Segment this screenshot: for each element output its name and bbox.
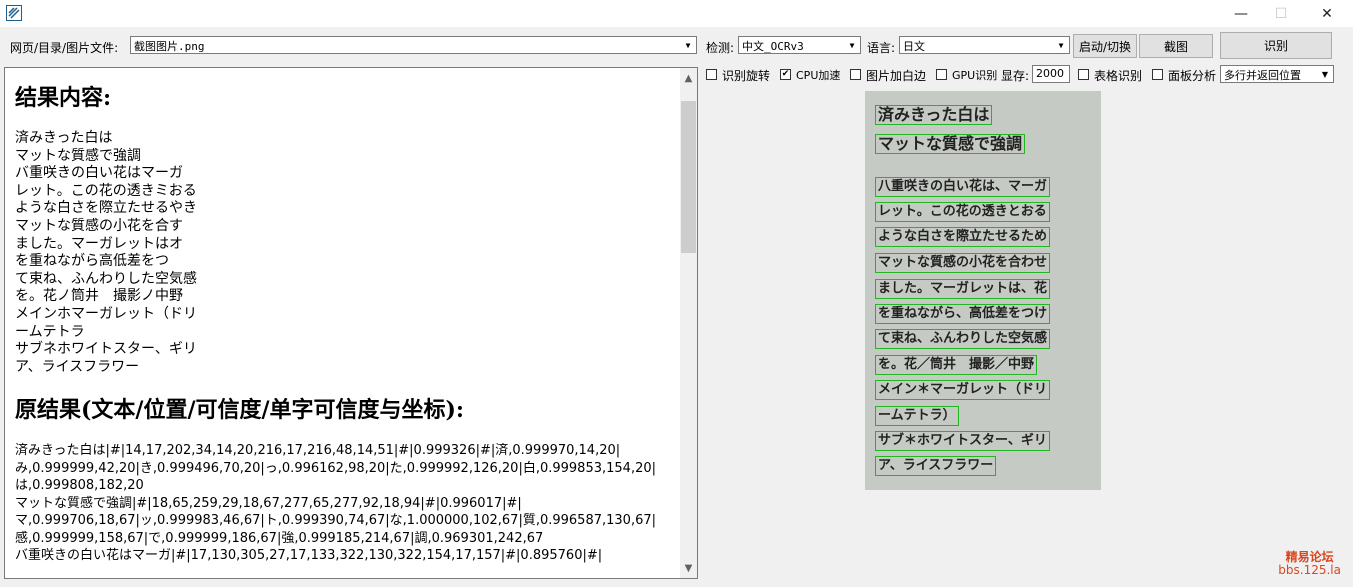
detection-box: マットな質感の小花を合わせ	[875, 253, 1051, 273]
language-label: 语言:	[867, 41, 896, 55]
detection-box: を重ねながら、高低差をつけ	[875, 304, 1051, 324]
chevron-down-icon[interactable]: ▼	[844, 37, 860, 53]
detection-box: 八重咲きの白い花は、マーガ	[875, 177, 1051, 197]
raw-result-text[interactable]: 済みきった白は|#|14,17,202,34,14,20,216,17,216,…	[15, 442, 675, 565]
result-text[interactable]: 済みきった白は マットな質感で強調 バ重咲きの白い花はマーガ レット。この花の透…	[15, 130, 675, 376]
vertical-scrollbar[interactable]: ▲ ▼	[680, 68, 697, 578]
options-row: 识别旋转 ✔ CPU加速 图片加白边 GPU识别 显存: 2000 表格识别 面…	[706, 65, 1346, 84]
result-line: メインホマーガレット（ドリ	[15, 305, 197, 322]
detection-box: を。花／筒井 撮影／中野	[875, 355, 1038, 375]
white-border-label: 图片加白边	[866, 69, 927, 83]
raw-line: は,0.999808,182,20	[15, 478, 144, 494]
result-line: を。花ノ筒井 撮影ノ中野	[15, 288, 183, 305]
result-line: マットな質感の小花を合す	[15, 217, 183, 234]
panel-checkbox[interactable]	[1152, 69, 1163, 80]
detection-box: ームテトラ）	[875, 406, 959, 426]
gpu-label: GPU识别	[952, 69, 998, 82]
result-line: ました。マーガレットはオ	[15, 235, 183, 252]
result-line: マットな質感で強調	[15, 147, 141, 164]
maximize-icon[interactable]: ☐	[1258, 0, 1304, 27]
scrollbar-thumb[interactable]	[681, 101, 696, 253]
detection-box: 済みきった白は	[875, 105, 993, 125]
close-icon[interactable]: ✕	[1304, 0, 1350, 27]
chevron-down-icon[interactable]: ▼	[680, 37, 696, 53]
detect-value: 中文_OCRv3	[742, 40, 804, 53]
cpu-label: CPU加速	[796, 69, 841, 82]
result-line: て束ね、ふんわりした空気感	[15, 270, 197, 287]
recognize-button[interactable]: 识别	[1220, 32, 1332, 59]
watermark-url: bbs.125.la	[1278, 563, 1341, 577]
gpu-checkbox[interactable]	[936, 69, 947, 80]
result-panel[interactable]: 结果内容: 済みきった白は マットな質感で強調 バ重咲きの白い花はマーガ レット…	[4, 67, 698, 579]
watermark: 精易论坛 bbs.125.la	[1278, 551, 1341, 577]
start-switch-button[interactable]: 启动/切换	[1073, 34, 1137, 58]
scroll-down-icon[interactable]: ▼	[680, 558, 697, 578]
file-combo[interactable]: 截图图片.png ▼	[130, 36, 697, 54]
raw-line: マ,0.999706,18,67|ッ,0.999983,46,67|ト,0.99…	[15, 513, 656, 529]
vram-input[interactable]: 2000	[1032, 65, 1070, 83]
detect-label: 检测:	[706, 41, 735, 55]
vram-label: 显存:	[1001, 69, 1030, 83]
result-line: レット。この花の透きミおる	[15, 182, 197, 199]
return-mode-combo[interactable]: 多行并返回位置 ▼	[1220, 65, 1334, 83]
return-mode-value: 多行并返回位置	[1224, 69, 1301, 82]
white-border-checkbox[interactable]	[850, 69, 861, 80]
result-line: ような白さを際立たせるやき	[15, 200, 197, 217]
raw-line: 済みきった白は|#|14,17,202,34,14,20,216,17,216,…	[15, 443, 621, 459]
result-line: ア、ライスフラワー	[15, 358, 140, 375]
result-line: サブネホワイトスター、ギリ	[15, 341, 197, 358]
cpu-checkbox[interactable]: ✔	[780, 69, 791, 80]
detect-combo[interactable]: 中文_OCRv3 ▼	[738, 36, 861, 54]
detection-box: ました。マーガレットは、花	[875, 279, 1051, 299]
detection-box: メイン＊マーガレット（ドリ	[875, 380, 1051, 400]
title-bar: — ☐ ✕	[0, 0, 1353, 27]
preview-image: 済みきった白は マットな質感で強調 八重咲きの白い花は、マーガ レット。この花の…	[865, 91, 1101, 490]
result-line: ームテトラ	[15, 323, 85, 340]
result-line: 済みきった白は	[15, 130, 113, 146]
language-value: 日文	[903, 40, 925, 53]
detection-box: レット。この花の透きとおる	[875, 202, 1050, 222]
detection-box: サブ＊ホワイトスター、ギリ	[875, 431, 1050, 451]
file-value: 截图图片.png	[134, 40, 205, 53]
screenshot-button[interactable]: 截图	[1139, 34, 1213, 58]
result-heading: 结果内容:	[15, 85, 112, 111]
table-checkbox[interactable]	[1078, 69, 1089, 80]
chevron-down-icon[interactable]: ▼	[1053, 37, 1069, 53]
rotate-checkbox[interactable]	[706, 69, 717, 80]
result-line: バ重咲きの白い花はマーガ	[15, 165, 183, 182]
table-label: 表格识别	[1094, 69, 1143, 83]
raw-line: バ重咲きの白い花はマーガ|#|17,130,305,27,17,133,322,…	[15, 548, 603, 564]
detection-box: て束ね、ふんわりした空気感	[875, 329, 1051, 349]
panel-label: 面板分析	[1168, 69, 1217, 83]
file-label: 网页/目录/图片文件:	[10, 41, 119, 55]
chevron-down-icon[interactable]: ▼	[1317, 66, 1333, 82]
app-icon	[6, 5, 22, 21]
raw-line: み,0.999999,42,20|き,0.999496,70,20|っ,0.99…	[15, 460, 656, 476]
detection-box: マットな質感で強調	[875, 134, 1026, 154]
scroll-up-icon[interactable]: ▲	[680, 68, 697, 88]
raw-result-heading: 原结果(文本/位置/可信度/单字可信度与坐标):	[15, 397, 465, 424]
result-line: を重ねながら高低差をつ	[15, 253, 169, 270]
raw-line: マットな質感で強調|#|18,65,259,29,18,67,277,65,27…	[15, 495, 522, 511]
rotate-label: 识别旋转	[722, 69, 771, 83]
language-combo[interactable]: 日文 ▼	[899, 36, 1070, 54]
raw-line: 感,0.999999,158,67|で,0.999999,186,67|強,0.…	[15, 530, 544, 546]
detection-box: ア、ライスフラワー	[875, 456, 997, 476]
detection-box: ような白さを際立たせるため	[875, 227, 1051, 247]
